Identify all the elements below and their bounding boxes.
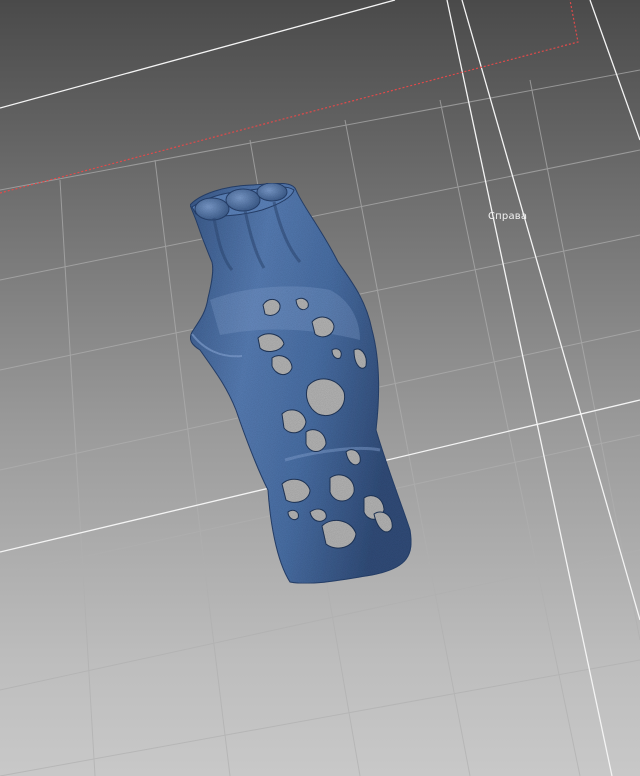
splint-model[interactable] [189,182,412,584]
3d-viewport[interactable]: Справа [0,0,640,776]
viewport-view-label: Справа [488,211,528,222]
viewport-scene[interactable] [0,0,640,776]
